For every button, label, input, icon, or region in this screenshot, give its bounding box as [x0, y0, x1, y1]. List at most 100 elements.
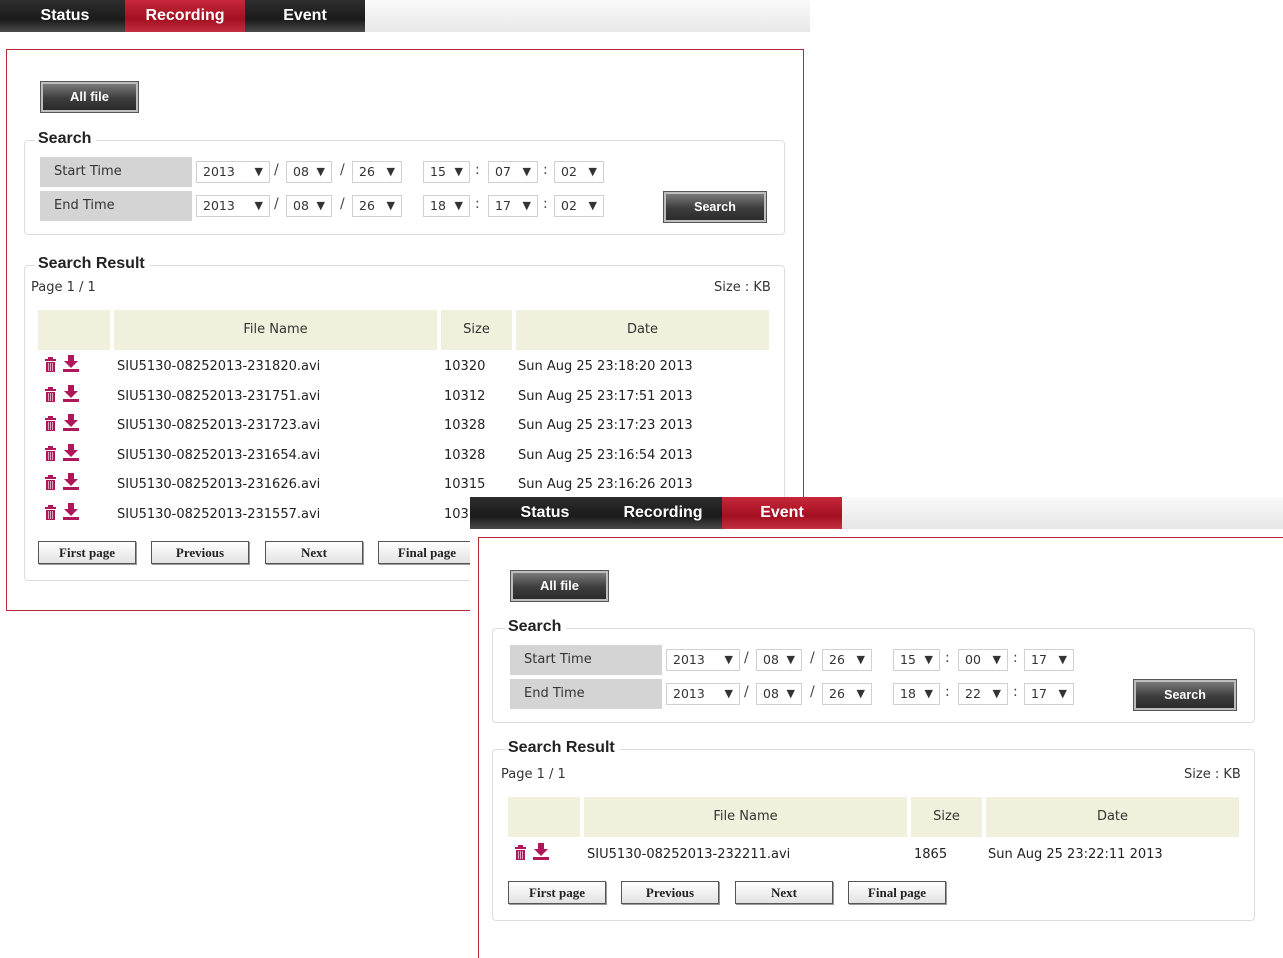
tab-recording[interactable]: Recording: [604, 497, 722, 529]
trash-icon[interactable]: [45, 386, 56, 402]
end-minute-select[interactable]: 22 ▼: [958, 683, 1008, 705]
download-icon[interactable]: [63, 502, 79, 520]
end-hour-value: 18: [900, 686, 916, 701]
download-icon[interactable]: [63, 355, 79, 372]
table-header-size: Size: [911, 797, 982, 837]
date-cell: Sun Aug 25 23:16:54 2013: [518, 447, 693, 463]
end-year-select[interactable]: 2013 ▼: [196, 195, 270, 217]
start-second-value: 02: [561, 164, 577, 179]
tab-event[interactable]: Event: [722, 497, 842, 529]
start-minute-value: 00: [965, 652, 981, 667]
start-hour-select[interactable]: 15 ▼: [423, 161, 470, 183]
trash-icon[interactable]: [45, 475, 56, 490]
download-icon[interactable]: [63, 414, 79, 431]
start-day-select[interactable]: 26 ▼: [352, 161, 402, 183]
end-second-select[interactable]: 02 ▼: [554, 195, 604, 217]
start-hour-value: 15: [900, 652, 916, 667]
end-minute-select[interactable]: 17 ▼: [488, 195, 538, 217]
start-hour-select[interactable]: 15 ▼: [893, 649, 940, 671]
chevron-down-icon: ▼: [454, 165, 463, 178]
date-separator: /: [744, 684, 749, 700]
trash-icon[interactable]: [45, 357, 56, 372]
trash-icon[interactable]: [45, 445, 56, 461]
time-separator: :: [475, 162, 480, 178]
download-icon[interactable]: [63, 384, 79, 402]
first-page-button[interactable]: First page: [508, 881, 606, 904]
end-time-label: End Time: [510, 679, 662, 709]
previous-button[interactable]: Previous: [621, 881, 719, 904]
download-icon[interactable]: [63, 443, 79, 461]
file-name-cell: SIU5130-08252013-231557.avi: [117, 506, 321, 522]
download-icon[interactable]: [533, 843, 549, 860]
end-year-select[interactable]: 2013 ▼: [666, 683, 740, 705]
end-minute-value: 17: [495, 198, 511, 213]
start-month-select[interactable]: 08 ▼: [286, 161, 332, 183]
first-page-button[interactable]: First page: [38, 541, 136, 564]
trash-icon[interactable]: [45, 416, 56, 431]
start-month-select[interactable]: 08 ▼: [756, 649, 802, 671]
final-page-button[interactable]: Final page: [378, 541, 476, 564]
trash-icon[interactable]: [515, 845, 526, 860]
table-header-file-name: File Name: [114, 310, 437, 350]
table-header-actions: [508, 797, 580, 837]
chevron-down-icon: ▼: [924, 653, 933, 666]
start-second-select[interactable]: 02 ▼: [554, 161, 604, 183]
start-second-select[interactable]: 17 ▼: [1024, 649, 1074, 671]
all-file-button[interactable]: All file: [511, 571, 608, 601]
end-day-select[interactable]: 26 ▼: [352, 195, 402, 217]
search-button[interactable]: Search: [1134, 680, 1236, 710]
start-year-select[interactable]: 2013 ▼: [666, 649, 740, 671]
end-second-select[interactable]: 17 ▼: [1024, 683, 1074, 705]
tab-bar: Status Recording Event: [470, 497, 1283, 529]
tab-status[interactable]: Status: [5, 0, 125, 32]
time-separator: :: [543, 162, 548, 178]
chevron-down-icon: ▼: [254, 165, 263, 178]
end-hour-select[interactable]: 18 ▼: [893, 683, 940, 705]
start-month-value: 08: [763, 652, 779, 667]
date-separator: /: [744, 650, 749, 666]
file-name-cell: SIU5130-08252013-231723.avi: [117, 418, 321, 433]
end-month-value: 08: [293, 198, 309, 213]
chevron-down-icon: ▼: [316, 199, 325, 212]
size-cell: 1865: [914, 847, 948, 862]
chevron-down-icon: ▼: [588, 199, 597, 212]
end-month-value: 08: [763, 686, 779, 701]
end-day-select[interactable]: 26 ▼: [822, 683, 872, 705]
trash-icon[interactable]: [45, 504, 56, 520]
next-button[interactable]: Next: [735, 881, 833, 904]
page-indicator: Page 1 / 1: [31, 280, 96, 295]
chevron-down-icon: ▼: [786, 687, 795, 700]
start-minute-select[interactable]: 07 ▼: [488, 161, 538, 183]
tab-recording[interactable]: Recording: [125, 0, 245, 32]
time-separator: :: [543, 196, 548, 212]
chevron-down-icon: ▼: [992, 687, 1001, 700]
search-button[interactable]: Search: [664, 192, 766, 222]
download-icon[interactable]: [63, 473, 79, 490]
date-separator: /: [810, 650, 815, 666]
size-cell: 103: [444, 506, 469, 522]
start-minute-select[interactable]: 00 ▼: [958, 649, 1008, 671]
end-day-value: 26: [829, 686, 845, 701]
end-hour-select[interactable]: 18 ▼: [423, 195, 470, 217]
start-second-value: 17: [1031, 652, 1047, 667]
end-month-select[interactable]: 08 ▼: [286, 195, 332, 217]
date-cell: Sun Aug 25 23:22:11 2013: [988, 847, 1163, 862]
time-separator: :: [945, 684, 950, 700]
previous-button[interactable]: Previous: [151, 541, 249, 564]
size-cell: 10315: [444, 477, 486, 492]
time-separator: :: [1013, 684, 1018, 700]
end-month-select[interactable]: 08 ▼: [756, 683, 802, 705]
size-cell: 10312: [444, 388, 486, 404]
all-file-button[interactable]: All file: [41, 82, 138, 112]
start-hour-value: 15: [430, 164, 446, 179]
tab-status[interactable]: Status: [486, 497, 604, 529]
chevron-down-icon: ▼: [316, 165, 325, 178]
date-separator: /: [274, 162, 279, 178]
next-button[interactable]: Next: [265, 541, 363, 564]
start-day-select[interactable]: 26 ▼: [822, 649, 872, 671]
start-year-select[interactable]: 2013 ▼: [196, 161, 270, 183]
tab-bar-fill: [842, 497, 1283, 529]
chevron-down-icon: ▼: [856, 687, 865, 700]
tab-event[interactable]: Event: [245, 0, 365, 32]
final-page-button[interactable]: Final page: [848, 881, 946, 904]
